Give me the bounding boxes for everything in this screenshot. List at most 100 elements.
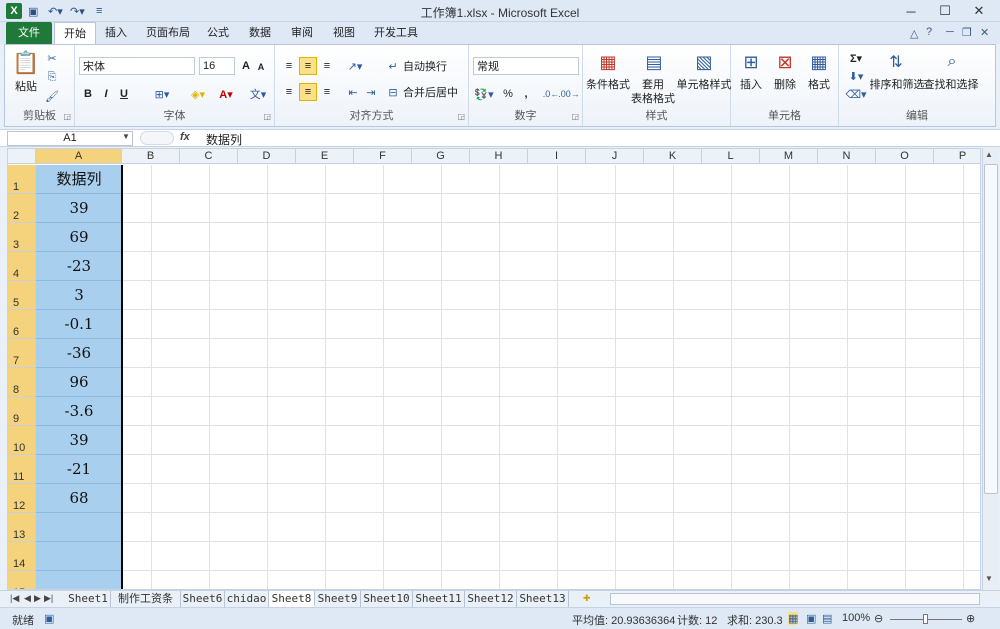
table-row[interactable]	[36, 397, 980, 426]
table-row[interactable]	[36, 455, 980, 484]
horizontal-scrollbar[interactable]	[610, 593, 980, 605]
zoom-level[interactable]: 100%	[842, 612, 870, 624]
ribbon-collapse-icon[interactable]: △	[910, 27, 918, 40]
sheet-tab[interactable]: Sheet10	[361, 591, 413, 607]
tab-insert[interactable]: 插入	[100, 22, 132, 44]
increase-indent-icon[interactable]: ⇥	[363, 83, 379, 101]
cell-a[interactable]: 39	[36, 426, 122, 455]
next-sheet-icon[interactable]: ▶	[34, 593, 41, 604]
tab-review[interactable]: 审阅	[286, 22, 318, 44]
cell-styles-icon[interactable]: ▧	[691, 49, 717, 75]
cell-a[interactable]	[36, 571, 122, 589]
cell-a[interactable]: 数据列	[36, 165, 122, 194]
delete-cells-icon[interactable]: ⊠	[773, 49, 797, 75]
row-header[interactable]: 10	[8, 426, 36, 455]
fill-icon[interactable]: ⬇▾	[847, 69, 865, 83]
sheet-tab[interactable]: Sheet12	[465, 591, 517, 607]
cell-a[interactable]: 39	[36, 194, 122, 223]
tab-data[interactable]: 数据	[244, 22, 276, 44]
font-color-icon[interactable]: A▾	[215, 85, 237, 103]
row-header[interactable]: 8	[8, 368, 36, 397]
format-table-line1[interactable]: 套用	[635, 77, 671, 91]
name-box[interactable]: A1	[7, 131, 133, 146]
decrease-indent-icon[interactable]: ⇤	[345, 83, 361, 101]
table-row[interactable]	[36, 165, 980, 194]
worksheet-grid[interactable]: ABCDEFGHIJKLMNOP 1 数据列 2 39 3 69 4 -23 5 3 6 -0.1 7-…	[7, 148, 981, 590]
scroll-up-icon[interactable]: ▲	[985, 150, 993, 159]
column-header-e[interactable]: E	[296, 149, 354, 164]
column-header-o[interactable]: O	[876, 149, 934, 164]
align-bottom-icon[interactable]: ≡	[319, 57, 335, 75]
help-icon[interactable]: ?	[926, 26, 932, 38]
copy-icon[interactable]: ⎘	[45, 70, 59, 84]
row-header[interactable]: 3	[8, 223, 36, 252]
underline-button[interactable]: U	[117, 85, 131, 103]
column-header-i[interactable]: I	[528, 149, 586, 164]
autosum-icon[interactable]: Σ▾	[847, 51, 865, 65]
table-row[interactable]	[36, 310, 980, 339]
launcher-icon[interactable]: ◲	[457, 112, 465, 121]
row-header[interactable]: 14	[8, 542, 36, 571]
new-sheet-icon[interactable]: ✚	[583, 593, 591, 604]
zoom-out-icon[interactable]: ⊖	[874, 612, 883, 625]
minimize-icon[interactable]: ─	[894, 0, 928, 22]
merge-center-button[interactable]: 合并后居中	[403, 83, 465, 101]
sort-filter-icon[interactable]: ⇅	[883, 49, 909, 75]
cell-a[interactable]: 96	[36, 368, 122, 397]
doc-restore-icon[interactable]: ❐	[962, 26, 972, 39]
row-header[interactable]: 12	[8, 484, 36, 513]
normal-view-icon[interactable]: ▦	[788, 612, 799, 625]
find-select-button[interactable]: 查找和选择	[924, 77, 979, 91]
increase-decimal-icon[interactable]: .0←	[543, 85, 560, 103]
cell-a[interactable]: -23	[36, 252, 122, 281]
merge-icon[interactable]: ⊟	[385, 83, 401, 101]
row-header[interactable]: 2	[8, 194, 36, 223]
tab-view[interactable]: 视图	[328, 22, 360, 44]
conditional-format-button[interactable]: 条件格式	[585, 77, 631, 91]
percent-button[interactable]: %	[501, 85, 515, 103]
table-row[interactable]	[36, 513, 980, 542]
name-box-dropdown-icon[interactable]: ▼	[122, 132, 130, 141]
table-row[interactable]	[36, 542, 980, 571]
binoculars-icon[interactable]: ⌕	[939, 49, 965, 75]
format-cells-button[interactable]: 格式	[805, 77, 833, 91]
phonetic-icon[interactable]: 文▾	[247, 85, 269, 103]
row-header[interactable]: 1	[8, 165, 36, 194]
fill-color-icon[interactable]: ◈▾	[187, 85, 209, 103]
column-header-g[interactable]: G	[412, 149, 470, 164]
table-row[interactable]	[36, 571, 980, 589]
italic-button[interactable]: I	[99, 85, 113, 103]
bold-button[interactable]: B	[81, 85, 95, 103]
formula-content[interactable]: 数据列	[206, 131, 242, 148]
sort-filter-button[interactable]: 排序和筛选	[870, 77, 925, 91]
row-header[interactable]: 13	[8, 513, 36, 542]
align-middle-icon[interactable]: ≡	[299, 57, 317, 75]
column-header-b[interactable]: B	[122, 149, 180, 164]
cut-icon[interactable]: ✂	[45, 51, 59, 65]
grow-font-icon[interactable]: A	[239, 57, 253, 75]
scroll-down-icon[interactable]: ▼	[985, 574, 993, 583]
wrap-text-icon[interactable]: ↵	[385, 57, 401, 75]
cell-a[interactable]: 3	[36, 281, 122, 310]
doc-minimize-icon[interactable]: ─	[946, 26, 954, 38]
table-row[interactable]	[36, 194, 980, 223]
table-row[interactable]	[36, 426, 980, 455]
sheet-tab[interactable]: Sheet1	[66, 591, 111, 607]
font-size-select[interactable]: 16	[199, 57, 235, 75]
close-icon[interactable]: ✕	[962, 0, 996, 22]
paste-button[interactable]: 粘贴	[11, 79, 41, 93]
doc-close-icon[interactable]: ✕	[980, 26, 989, 39]
delete-cells-button[interactable]: 删除	[771, 77, 799, 91]
decrease-decimal-icon[interactable]: .00→	[558, 85, 580, 103]
row-header[interactable]: 6	[8, 310, 36, 339]
column-header-a[interactable]: A	[36, 149, 122, 164]
cell-a[interactable]: -0.1	[36, 310, 122, 339]
column-header-f[interactable]: F	[354, 149, 412, 164]
sheet-tab[interactable]: Sheet13	[517, 591, 569, 607]
column-header-h[interactable]: H	[470, 149, 528, 164]
orientation-icon[interactable]: ↗▾	[345, 57, 365, 75]
tab-file[interactable]: 文件	[6, 22, 52, 44]
cell-a[interactable]	[36, 542, 122, 571]
clear-icon[interactable]: ⌫▾	[845, 87, 866, 101]
align-right-icon[interactable]: ≡	[319, 83, 335, 101]
